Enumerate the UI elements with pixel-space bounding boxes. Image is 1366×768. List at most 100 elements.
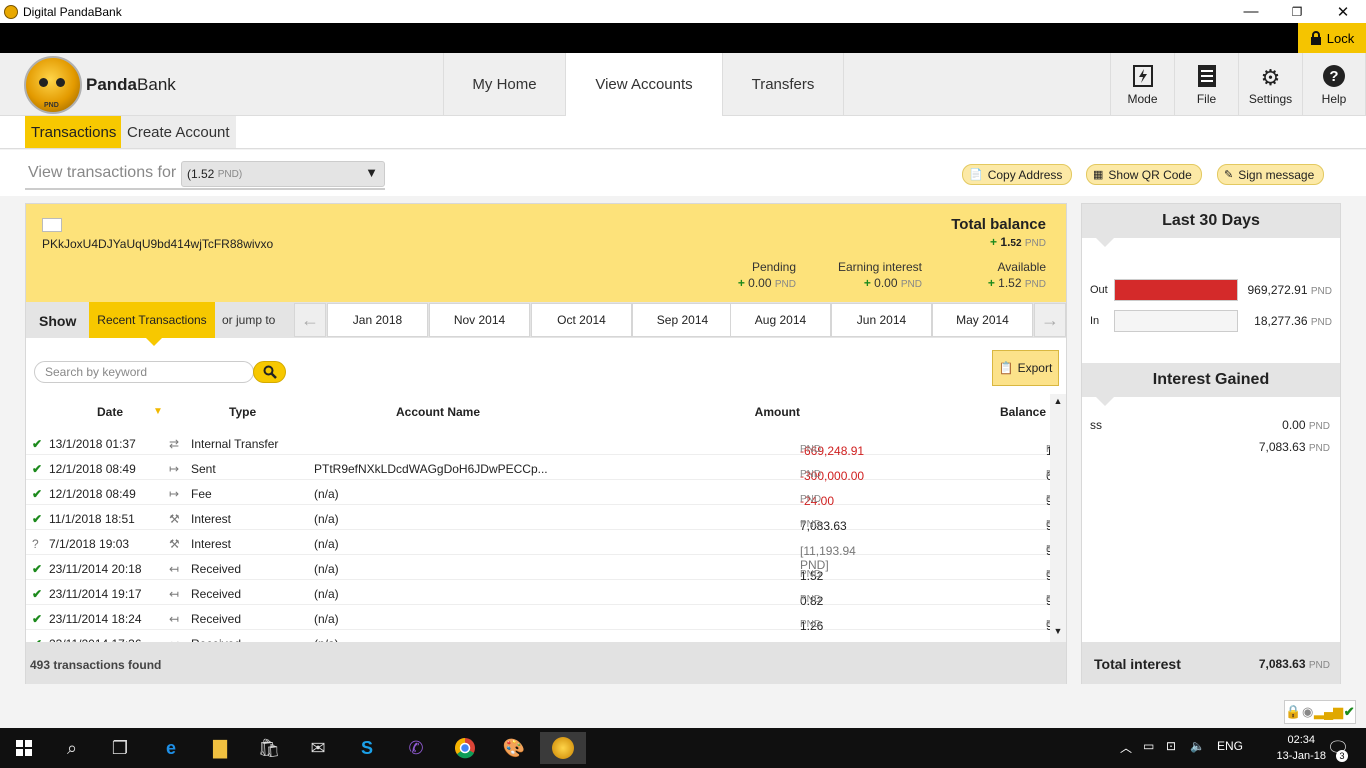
month-may-2014[interactable]: May 2014: [932, 303, 1033, 337]
settings-button[interactable]: ⚙ Settings: [1238, 53, 1302, 116]
signal-icon[interactable]: ▂▄▆: [1314, 704, 1343, 720]
restore-button[interactable]: ❐: [1274, 0, 1320, 23]
status-icon: ✔: [32, 612, 43, 626]
interest-row-value-2: 7,083.63 PND: [1258, 440, 1330, 454]
copy-address-label: Copy Address: [987, 167, 1063, 182]
close-button[interactable]: ✕: [1320, 0, 1366, 23]
view-transactions-label: View transactions for: [28, 164, 177, 181]
table-scrollbar[interactable]: ▲ ▼: [1050, 394, 1066, 642]
sign-message-button[interactable]: ✎ Sign message: [1217, 164, 1325, 185]
row-account: (n/a): [314, 537, 339, 551]
table-row[interactable]: ✔23/11/2014 17:36↤Received(n/a)7.22 PND9…: [26, 630, 1048, 642]
table-row[interactable]: ✔12/1/2018 08:49↦Fee(n/a)-24.00 PND969,2…: [26, 480, 1066, 508]
app-icon: [4, 4, 18, 19]
table-row[interactable]: ✔ 12/1/2018 08:49 ↦ Sent PTtR9efNXkLDcdWAGgD…: [26, 455, 1066, 483]
out-row: Out 969,272.91 PND: [1082, 279, 1340, 301]
col-date[interactable]: Date: [97, 405, 123, 419]
subtab-transactions[interactable]: Transactions: [25, 116, 123, 148]
total-balance-label: Total balance: [951, 216, 1046, 233]
search-input[interactable]: Search by keyword: [34, 361, 254, 383]
clock[interactable]: 02:34 13-Jan-18: [1276, 732, 1326, 764]
sync-check-icon[interactable]: ✔: [1344, 704, 1355, 720]
subtab-create-account[interactable]: Create Account: [121, 116, 236, 148]
show-hidden-icons[interactable]: ︿: [1120, 739, 1132, 756]
task-view-icon[interactable]: ❐: [104, 732, 136, 764]
network-icon[interactable]: ⊡: [1166, 739, 1176, 753]
search-taskbar-icon[interactable]: ⌕: [56, 732, 88, 764]
lock-button[interactable]: Lock: [1298, 23, 1366, 53]
next-month-button[interactable]: →: [1034, 303, 1066, 337]
lock-status-icon[interactable]: 🔒: [1285, 704, 1301, 720]
minimize-button[interactable]: —: [1228, 0, 1274, 23]
month-aug-2014[interactable]: Aug 2014: [730, 303, 831, 337]
window-title: Digital PandaBank: [23, 4, 122, 19]
battery-icon[interactable]: ▭: [1143, 739, 1154, 753]
table-row[interactable]: ✔23/11/2014 20:18↤Received(n/a)1.52 PND9…: [26, 555, 1066, 583]
month-jun-2014[interactable]: Jun 2014: [831, 303, 932, 337]
pandabank-logo: PND: [24, 56, 82, 114]
status-icon: ✔: [32, 462, 43, 476]
table-row[interactable]: ✔ 13/1/2018 01:37 ⇄ Internal Transfer -669,2…: [26, 430, 1066, 458]
in-value: 18,277.36 PND: [1254, 314, 1332, 328]
mode-label: Mode: [1127, 91, 1158, 106]
col-account-name[interactable]: Account Name: [396, 405, 480, 419]
skype-icon[interactable]: S: [351, 732, 383, 764]
export-button[interactable]: 📋 Export: [992, 350, 1059, 386]
transactions-panel: PKkJoxU4DJYaUqU9bd414wjTcFR88wivxo Total…: [25, 203, 1067, 684]
scroll-down-icon[interactable]: ▼: [1050, 626, 1066, 640]
show-bar: Show Recent Transactions or jump to ← Ja…: [26, 302, 1066, 346]
table-row[interactable]: ? 7/1/2018 19:03 ⚒ Interest (n/a) [11,193.94 …: [26, 530, 1066, 572]
address-icon[interactable]: [42, 218, 62, 232]
in-row: In 18,277.36 PND: [1082, 310, 1340, 332]
tab-view-accounts[interactable]: View Accounts: [565, 53, 722, 116]
search-button[interactable]: [253, 361, 286, 383]
table-row[interactable]: ✔23/11/2014 18:24↤Received(n/a)1.26 PND9…: [26, 605, 1066, 633]
lock-label: Lock: [1326, 30, 1355, 46]
top-bar: [0, 23, 1366, 53]
col-balance[interactable]: Balance: [1000, 405, 1046, 419]
month-nov-2014[interactable]: Nov 2014: [429, 303, 530, 337]
sort-desc-icon[interactable]: ▼: [153, 406, 163, 417]
scroll-up-icon[interactable]: ▲: [1050, 396, 1066, 410]
copy-address-button[interactable]: 📄 Copy Address: [962, 164, 1073, 185]
window-titlebar: Digital PandaBank — ❐ ✕: [0, 0, 1366, 23]
lock-icon: [1310, 31, 1321, 45]
month-jan-2018[interactable]: Jan 2018: [327, 303, 428, 337]
transactions-table: Date ▼ Type Account Name Amount Balance …: [26, 394, 1066, 642]
out-bar: [1114, 279, 1238, 301]
store-icon[interactable]: 🛍: [253, 732, 285, 764]
tab-transfers[interactable]: Transfers: [722, 53, 844, 116]
received-icon: ↤: [169, 612, 180, 626]
pandabank-taskbar-icon[interactable]: [540, 732, 586, 764]
windows-start-icon[interactable]: [8, 732, 40, 764]
row-type: Received: [191, 562, 242, 576]
tab-my-home[interactable]: My Home: [443, 53, 565, 116]
paint-icon[interactable]: 🎨: [498, 732, 530, 764]
pending-label: Pending: [751, 260, 796, 274]
language-indicator[interactable]: ENG: [1217, 739, 1243, 753]
table-row[interactable]: ✔ 11/1/2018 18:51 ⚒ Interest (n/a) 7,083.63 P…: [26, 505, 1066, 533]
total-balance-value: + 1.52 PND: [990, 235, 1046, 249]
month-sep-2014[interactable]: Sep 2014: [632, 303, 733, 337]
edge-icon[interactable]: e: [155, 732, 187, 764]
status-strip: 🔒 ◉ ▂▄▆ ✔: [0, 696, 1366, 728]
mode-button[interactable]: Mode: [1110, 53, 1174, 116]
network-status-icon[interactable]: ◉: [1302, 704, 1313, 720]
file-button[interactable]: File: [1174, 53, 1238, 116]
viber-icon[interactable]: ✆: [400, 732, 432, 764]
account-select[interactable]: (1.52 PND) ▼: [181, 161, 385, 187]
col-amount[interactable]: Amount: [755, 405, 800, 419]
volume-icon[interactable]: 🔈: [1190, 739, 1205, 753]
file-explorer-icon[interactable]: ▇: [204, 732, 236, 764]
recent-transactions-button[interactable]: Recent Transactions: [89, 302, 215, 346]
table-row[interactable]: ✔23/11/2014 19:17↤Received(n/a)0.82 PND9…: [26, 580, 1066, 608]
prev-month-button[interactable]: ←: [294, 303, 326, 337]
sign-message-label: Sign message: [1238, 167, 1315, 182]
show-qr-button[interactable]: ▦ Show QR Code: [1086, 164, 1202, 185]
chrome-icon[interactable]: [449, 732, 481, 764]
mail-icon[interactable]: ✉: [302, 732, 334, 764]
export-icon: 📋: [998, 361, 1014, 375]
col-type[interactable]: Type: [229, 405, 256, 419]
help-button[interactable]: ? Help: [1302, 53, 1366, 116]
month-oct-2014[interactable]: Oct 2014: [531, 303, 632, 337]
